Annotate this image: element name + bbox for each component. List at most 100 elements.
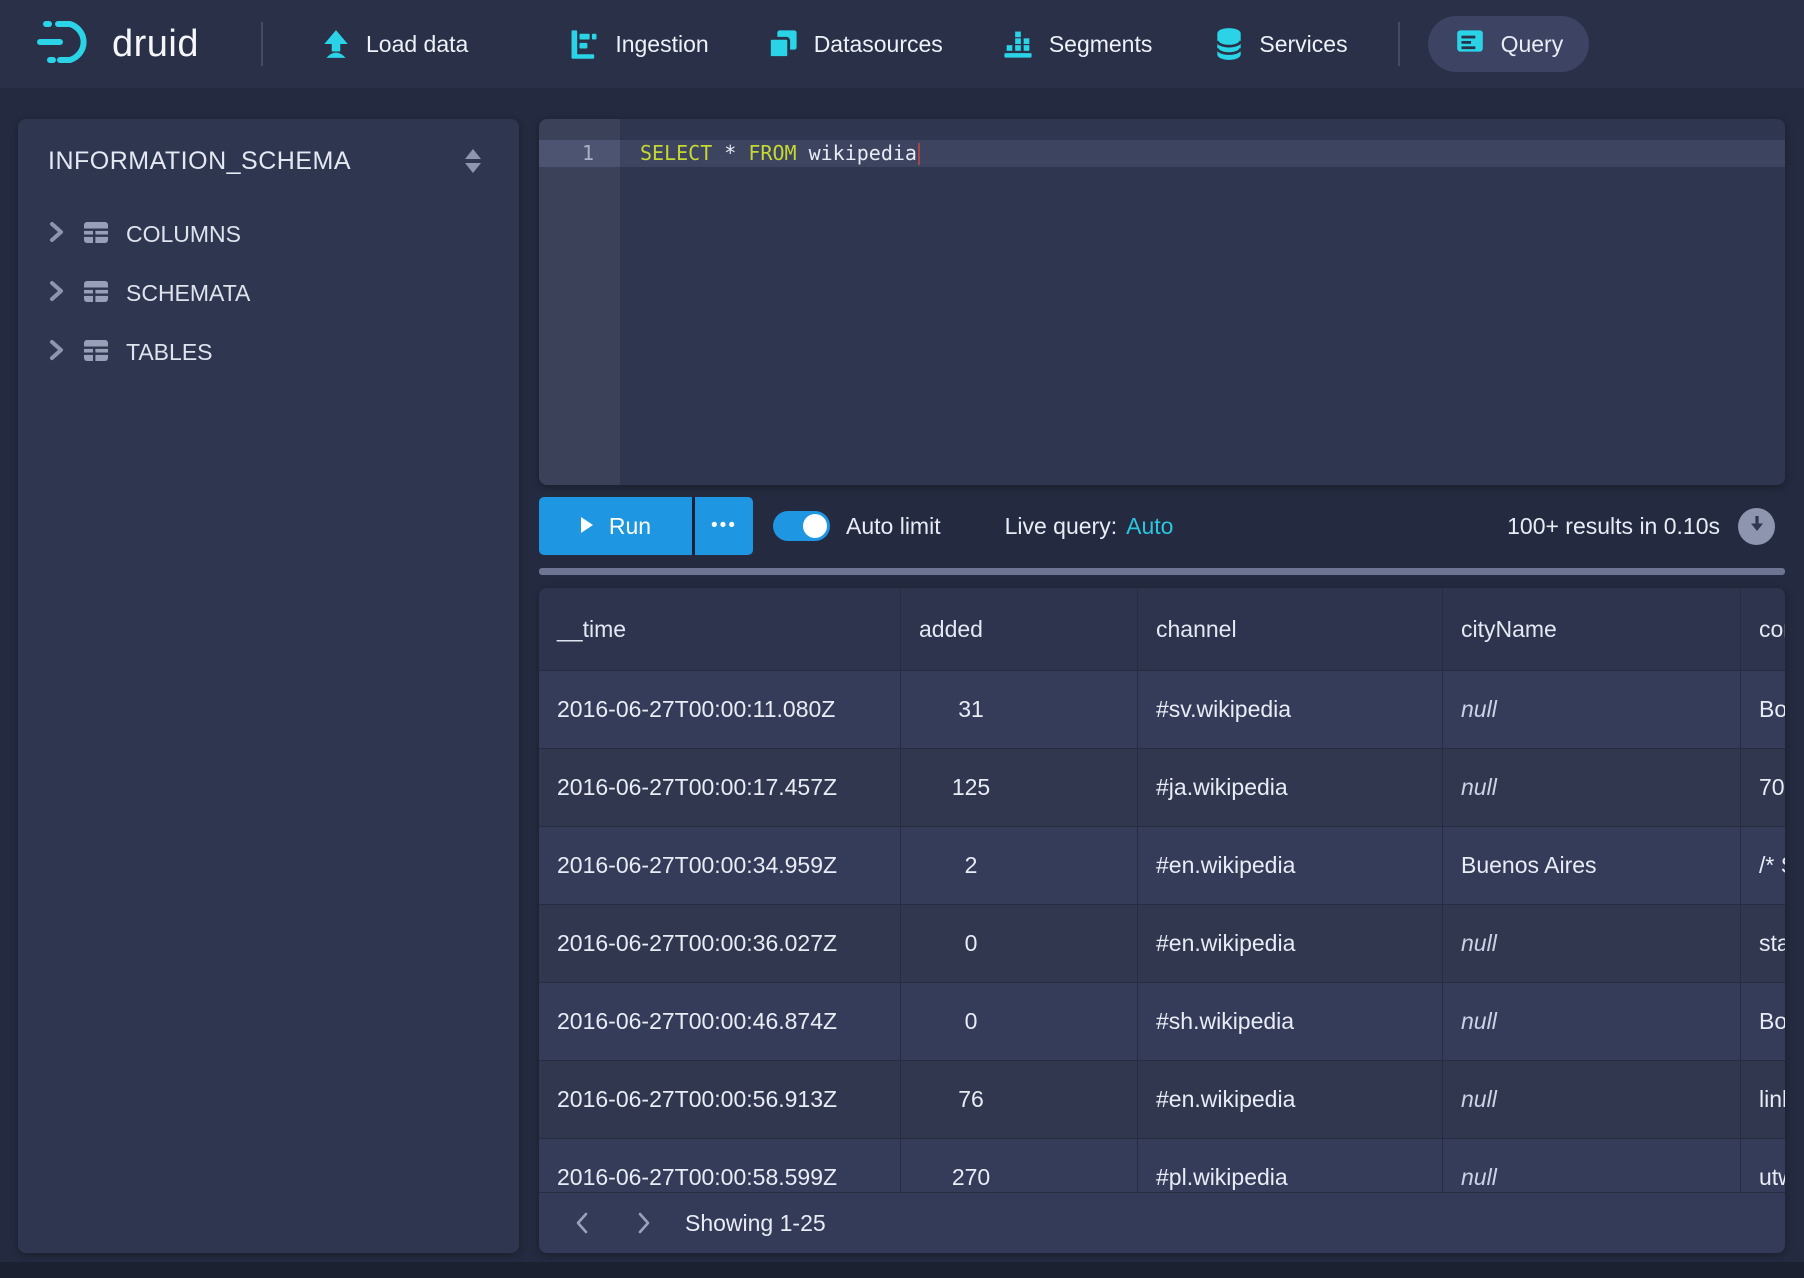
nav-item-label: Datasources — [814, 31, 943, 58]
table-cell[interactable]: #ja.wikipedia — [1137, 749, 1442, 826]
auto-limit-toggle[interactable] — [773, 511, 830, 541]
more-icon: ••• — [711, 515, 737, 537]
results-panel: __timeaddedchannelcityNamecomment 2016-0… — [539, 588, 1785, 1253]
pagination-status: Showing 1-25 — [685, 1210, 826, 1237]
live-query-label: Live query: — [1005, 513, 1118, 540]
table-cell[interactable]: 2016-06-27T00:00:34.959Z — [539, 827, 900, 904]
nav-item-ingestion[interactable]: Ingestion — [567, 27, 708, 61]
druid-logo[interactable]: druid — [36, 16, 199, 73]
layers-icon — [766, 27, 800, 61]
druid-logo-icon — [36, 16, 102, 73]
table-cell[interactable]: 125 — [900, 749, 1137, 826]
timeline-icon — [567, 27, 601, 61]
sidebar-item-columns[interactable]: COLUMNS — [18, 205, 519, 264]
horizontal-scrollbar[interactable] — [539, 568, 1785, 575]
column-header[interactable]: __time — [539, 588, 900, 670]
top-nav: druid Load data — [0, 0, 1804, 88]
nav-item-label: Segments — [1049, 31, 1153, 58]
nav-item-datasources[interactable]: Datasources — [766, 27, 943, 61]
table-cell[interactable]: #en.wikipedia — [1137, 827, 1442, 904]
table-row: 2016-06-27T00:00:46.874Z0#sh.wikipedianu… — [539, 982, 1785, 1060]
table-row: 2016-06-27T00:00:34.959Z2#en.wikipediaBu… — [539, 826, 1785, 904]
run-button-label: Run — [609, 513, 651, 540]
table-cell[interactable]: 2016-06-27T00:00:36.027Z — [539, 905, 900, 982]
table-cell[interactable]: 31 — [900, 671, 1137, 748]
table-icon — [81, 217, 111, 253]
table-cell[interactable]: null — [1442, 983, 1740, 1060]
table-cell[interactable]: 70. — [1740, 749, 1785, 826]
druid-console: druid Load data — [0, 0, 1804, 1278]
table-row: 2016-06-27T00:00:11.080Z31#sv.wikipedian… — [539, 670, 1785, 748]
editor-active-line: 1 SELECT * FROM wikipedia — [539, 140, 1785, 167]
download-button[interactable] — [1738, 508, 1775, 545]
table-cell[interactable]: 2016-06-27T00:00:46.874Z — [539, 983, 900, 1060]
nav-item-services[interactable]: Services — [1213, 27, 1347, 61]
pagination-bar: Showing 1-25 — [539, 1192, 1785, 1253]
chevron-right-icon — [46, 278, 66, 310]
sort-toggle-icon[interactable] — [461, 145, 485, 177]
table-cell[interactable]: #sv.wikipedia — [1137, 671, 1442, 748]
sql-input[interactable]: SELECT * FROM wikipedia — [620, 140, 1785, 167]
chevron-right-icon — [46, 337, 66, 369]
nav-item-load-data[interactable]: Load data — [320, 28, 468, 60]
text-cursor — [918, 143, 920, 165]
table-cell[interactable]: 2016-06-27T00:00:17.457Z — [539, 749, 900, 826]
editor-gutter — [539, 119, 620, 485]
table-cell[interactable]: link — [1740, 1061, 1785, 1138]
table-cell[interactable]: 2016-06-27T00:00:56.913Z — [539, 1061, 900, 1138]
table-cell[interactable]: 0 — [900, 905, 1137, 982]
nav-separator — [1398, 22, 1400, 66]
table-cell[interactable]: #sh.wikipedia — [1137, 983, 1442, 1060]
bar-chart-icon — [1001, 27, 1035, 61]
table-cell[interactable]: null — [1442, 905, 1740, 982]
table-icon — [81, 276, 111, 312]
table-cell[interactable]: null — [1442, 671, 1740, 748]
results-summary: 100+ results in 0.10s — [1507, 513, 1720, 540]
column-header[interactable]: channel — [1137, 588, 1442, 670]
run-more-button[interactable]: ••• — [692, 497, 753, 555]
column-header[interactable]: added — [900, 588, 1137, 670]
table-row: 2016-06-27T00:00:56.913Z76#en.wikipedian… — [539, 1060, 1785, 1138]
auto-limit-label: Auto limit — [846, 513, 941, 540]
table-cell[interactable]: Buenos Aires — [1442, 827, 1740, 904]
nav-item-label: Ingestion — [615, 31, 708, 58]
sql-keyword: FROM — [748, 141, 796, 165]
sql-text: wikipedia — [797, 141, 917, 165]
table-cell[interactable]: 76 — [900, 1061, 1137, 1138]
table-cell[interactable]: Bot — [1740, 983, 1785, 1060]
prev-page-button[interactable] — [563, 1204, 601, 1242]
nav-item-label: Query — [1501, 31, 1564, 58]
nav-separator — [261, 22, 263, 66]
schema-tree-panel: INFORMATION_SCHEMA COL — [18, 119, 519, 1253]
nav-item-label: Services — [1259, 31, 1347, 58]
table-cell[interactable]: null — [1442, 1061, 1740, 1138]
table-cell[interactable]: 0 — [900, 983, 1137, 1060]
run-button[interactable]: Run — [539, 497, 692, 555]
toggle-knob — [803, 514, 827, 538]
table-cell[interactable]: #en.wikipedia — [1137, 1061, 1442, 1138]
table-cell[interactable]: 2 — [900, 827, 1137, 904]
sidebar-item-label: COLUMNS — [126, 221, 241, 248]
sidebar-item-tables[interactable]: TABLES — [18, 323, 519, 382]
table-cell[interactable]: #en.wikipedia — [1137, 905, 1442, 982]
schema-tree: COLUMNS SCHEMATA — [18, 205, 519, 382]
table-cell[interactable]: Bot — [1740, 671, 1785, 748]
live-query-value[interactable]: Auto — [1126, 513, 1173, 540]
nav-item-query-active[interactable]: Query — [1428, 16, 1590, 72]
next-page-button[interactable] — [625, 1204, 663, 1242]
sidebar-item-schemata[interactable]: SCHEMATA — [18, 264, 519, 323]
table-cell[interactable]: /* S — [1740, 827, 1785, 904]
sidebar-item-label: SCHEMATA — [126, 280, 250, 307]
table-cell[interactable]: 2016-06-27T00:00:11.080Z — [539, 671, 900, 748]
nav-item-segments[interactable]: Segments — [1001, 27, 1153, 61]
column-header[interactable]: cityName — [1442, 588, 1740, 670]
brand-wordmark: druid — [112, 23, 199, 66]
table-cell[interactable]: sta — [1740, 905, 1785, 982]
table-row: 2016-06-27T00:00:36.027Z0#en.wikipedianu… — [539, 904, 1785, 982]
table-cell[interactable]: null — [1442, 749, 1740, 826]
upload-icon — [320, 28, 352, 60]
run-bar: Run ••• Auto limit Live query: Auto 100+… — [539, 497, 1785, 555]
column-header[interactable]: comment — [1740, 588, 1785, 670]
table-icon — [81, 335, 111, 371]
database-icon — [1213, 27, 1245, 61]
